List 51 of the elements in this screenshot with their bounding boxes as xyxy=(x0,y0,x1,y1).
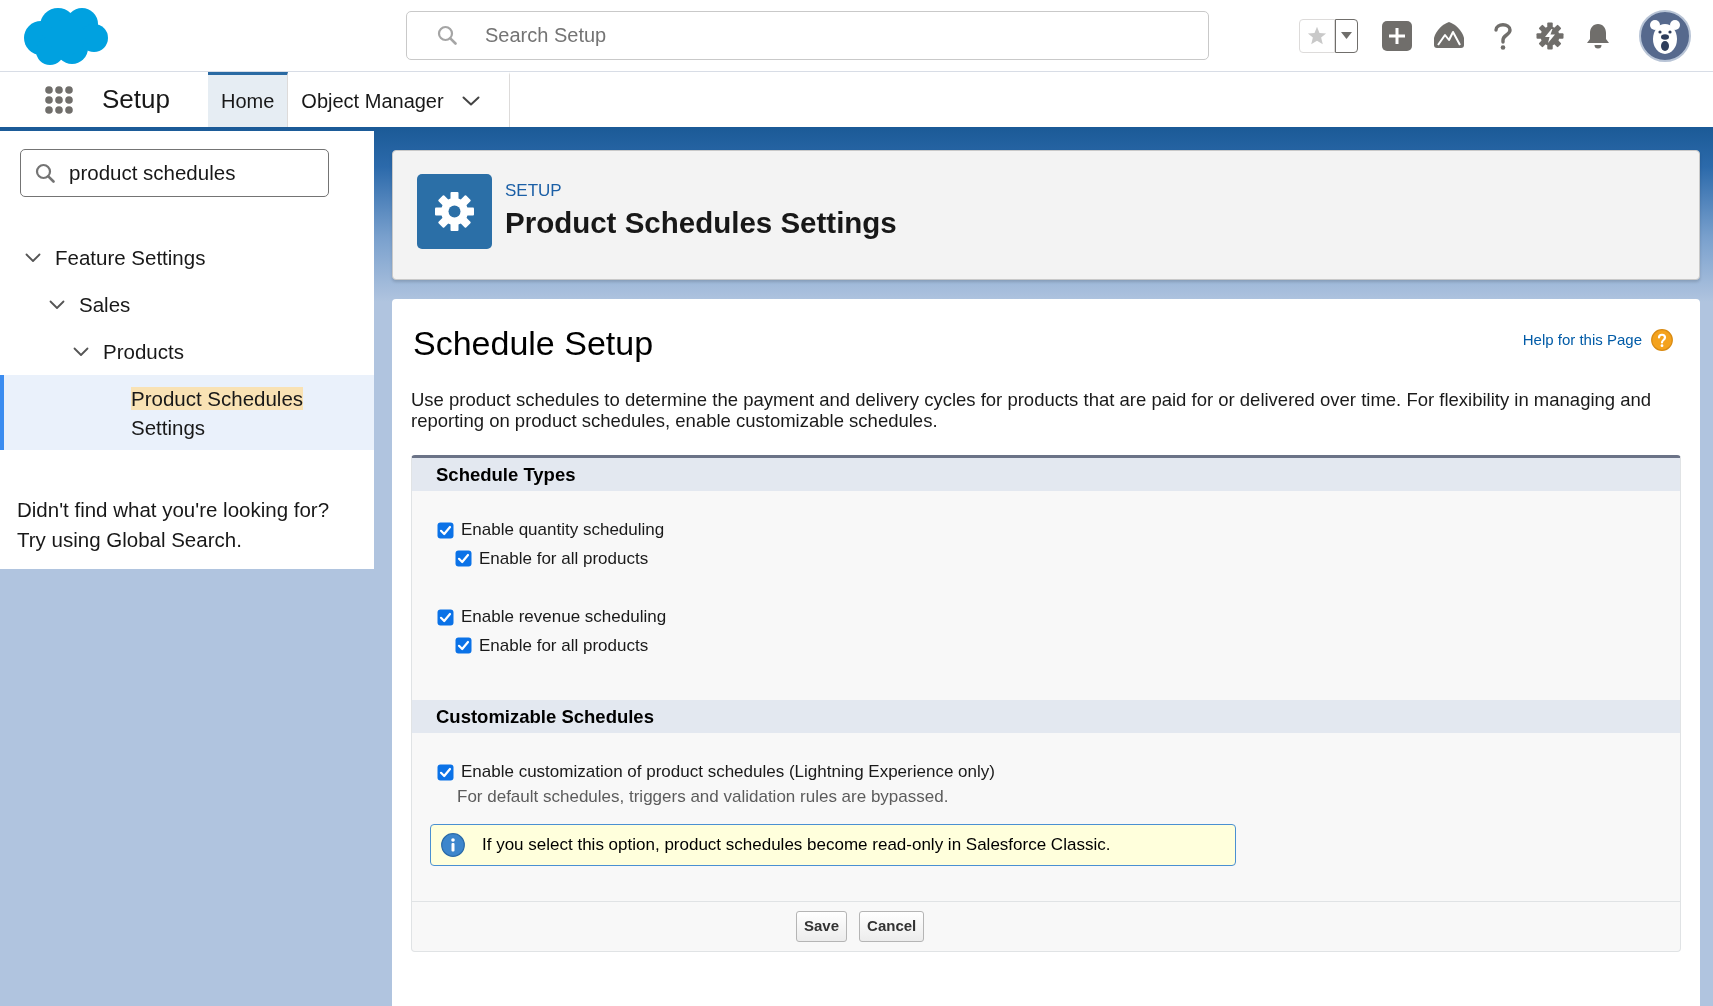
section-title: Schedule Types xyxy=(436,462,576,487)
gear-icon xyxy=(417,173,492,249)
tree-item[interactable]: Products xyxy=(73,337,184,366)
bell-icon[interactable] xyxy=(1585,21,1611,50)
info-icon xyxy=(441,833,465,857)
caret-down-icon xyxy=(1341,32,1352,39)
chevron-down-icon[interactable] xyxy=(49,299,65,310)
description-text: Use product schedules to determine the payment and delivery cycles for products that are paid for or delivered over time. For flexibility in managing and reporting on product schedules, enable customizable schedules. xyxy=(411,389,1653,431)
chevron-down-icon[interactable] xyxy=(73,346,89,357)
chevron-down-icon[interactable] xyxy=(25,252,41,263)
help-text: Try using Global Search. xyxy=(17,527,243,553)
help-icon[interactable] xyxy=(1493,20,1513,51)
help-link[interactable]: Help for this Page xyxy=(1522,328,1642,352)
section-title: Customizable Schedules xyxy=(436,704,654,729)
tree-item[interactable]: Feature Settings xyxy=(25,243,206,272)
star-icon xyxy=(1307,26,1327,45)
checkbox-label: Enable for all products xyxy=(479,547,649,570)
checkbox-label: Enable quantity scheduling xyxy=(461,519,665,542)
search-field[interactable]: product schedules xyxy=(20,149,329,197)
hint-text: For default schedules, triggers and validation rules are bypassed. xyxy=(457,786,949,809)
tree-item[interactable]: Sales xyxy=(49,290,131,319)
help-text: Didn't find what you're looking for? xyxy=(17,497,331,523)
tree-item[interactable]: Product Schedules Settings xyxy=(0,375,374,450)
checkbox-label: Enable revenue scheduling xyxy=(461,606,667,629)
save-button[interactable]: Save xyxy=(796,911,848,942)
app-title: Setup xyxy=(102,83,171,116)
search-highlight: Product Schedules xyxy=(131,386,304,410)
breadcrumb-label: SETUP xyxy=(505,180,563,202)
checkbox-label: Enable for all products xyxy=(479,634,649,657)
mountain-icon[interactable] xyxy=(1433,20,1465,51)
plus-icon[interactable] xyxy=(1382,20,1412,51)
cloud-logo[interactable] xyxy=(22,5,109,66)
help-icon[interactable] xyxy=(1651,329,1673,351)
search-icon xyxy=(437,25,457,45)
checkbox[interactable] xyxy=(437,608,454,626)
search-field[interactable]: Search Setup xyxy=(406,11,1209,60)
checkbox[interactable] xyxy=(455,550,472,567)
cancel-button[interactable]: Cancel xyxy=(859,911,925,942)
dot-grid-icon[interactable] xyxy=(44,84,74,115)
bear-avatar-icon[interactable] xyxy=(1639,9,1691,62)
search-icon xyxy=(35,163,55,183)
checkbox[interactable] xyxy=(437,521,454,539)
info-text: If you select this option, product schedules become read-only in Salesforce Classic. xyxy=(482,834,1111,857)
nav-tab[interactable]: Home xyxy=(208,72,289,127)
page-title: Product Schedules Settings xyxy=(505,206,897,240)
checkbox[interactable] xyxy=(437,763,454,781)
favorites-menu-button[interactable] xyxy=(1335,18,1358,53)
section-title: Schedule Setup xyxy=(413,323,654,363)
settings-icon[interactable] xyxy=(1536,21,1564,50)
checkbox-label: Enable customization of product schedules (Lightning Experience only) xyxy=(461,761,995,784)
checkbox[interactable] xyxy=(455,637,472,654)
